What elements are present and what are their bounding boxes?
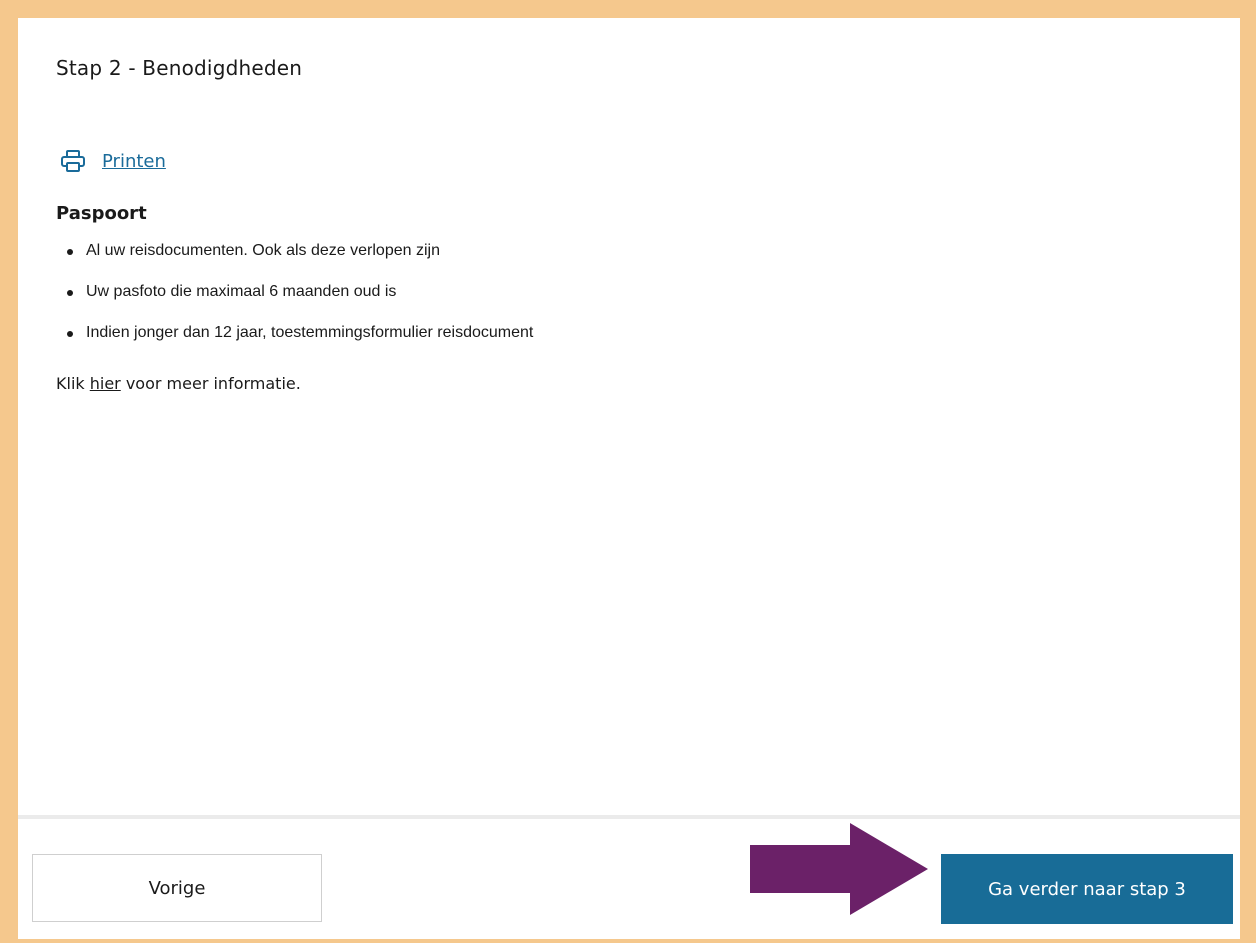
more-info-suffix: voor meer informatie. (120, 374, 301, 393)
list-item: Uw pasfoto die maximaal 6 maanden oud is (56, 283, 533, 324)
requirements-list: Al uw reisdocumenten. Ook als deze verlo… (56, 242, 533, 365)
print-action[interactable]: Printen (60, 149, 166, 173)
printer-icon[interactable] (60, 149, 86, 173)
page-title: Stap 2 - Benodigdheden (56, 56, 303, 80)
more-info-prefix: Klik (56, 374, 90, 393)
more-info-text: Klik hier voor meer informatie. (56, 374, 301, 393)
arrow-right-icon (750, 823, 928, 915)
next-step-button[interactable]: Ga verder naar stap 3 (941, 854, 1233, 924)
wizard-panel: Stap 2 - Benodigdheden Printen Paspoort … (18, 18, 1240, 939)
list-item: Al uw reisdocumenten. Ook als deze verlo… (56, 242, 533, 283)
section-title: Paspoort (56, 203, 147, 224)
print-link[interactable]: Printen (102, 151, 166, 172)
wizard-footer: Vorige Ga verder naar stap 3 (18, 815, 1240, 939)
more-info-link[interactable]: hier (90, 374, 121, 393)
previous-button[interactable]: Vorige (32, 854, 322, 922)
list-item: Indien jonger dan 12 jaar, toestemmingsf… (56, 324, 533, 365)
